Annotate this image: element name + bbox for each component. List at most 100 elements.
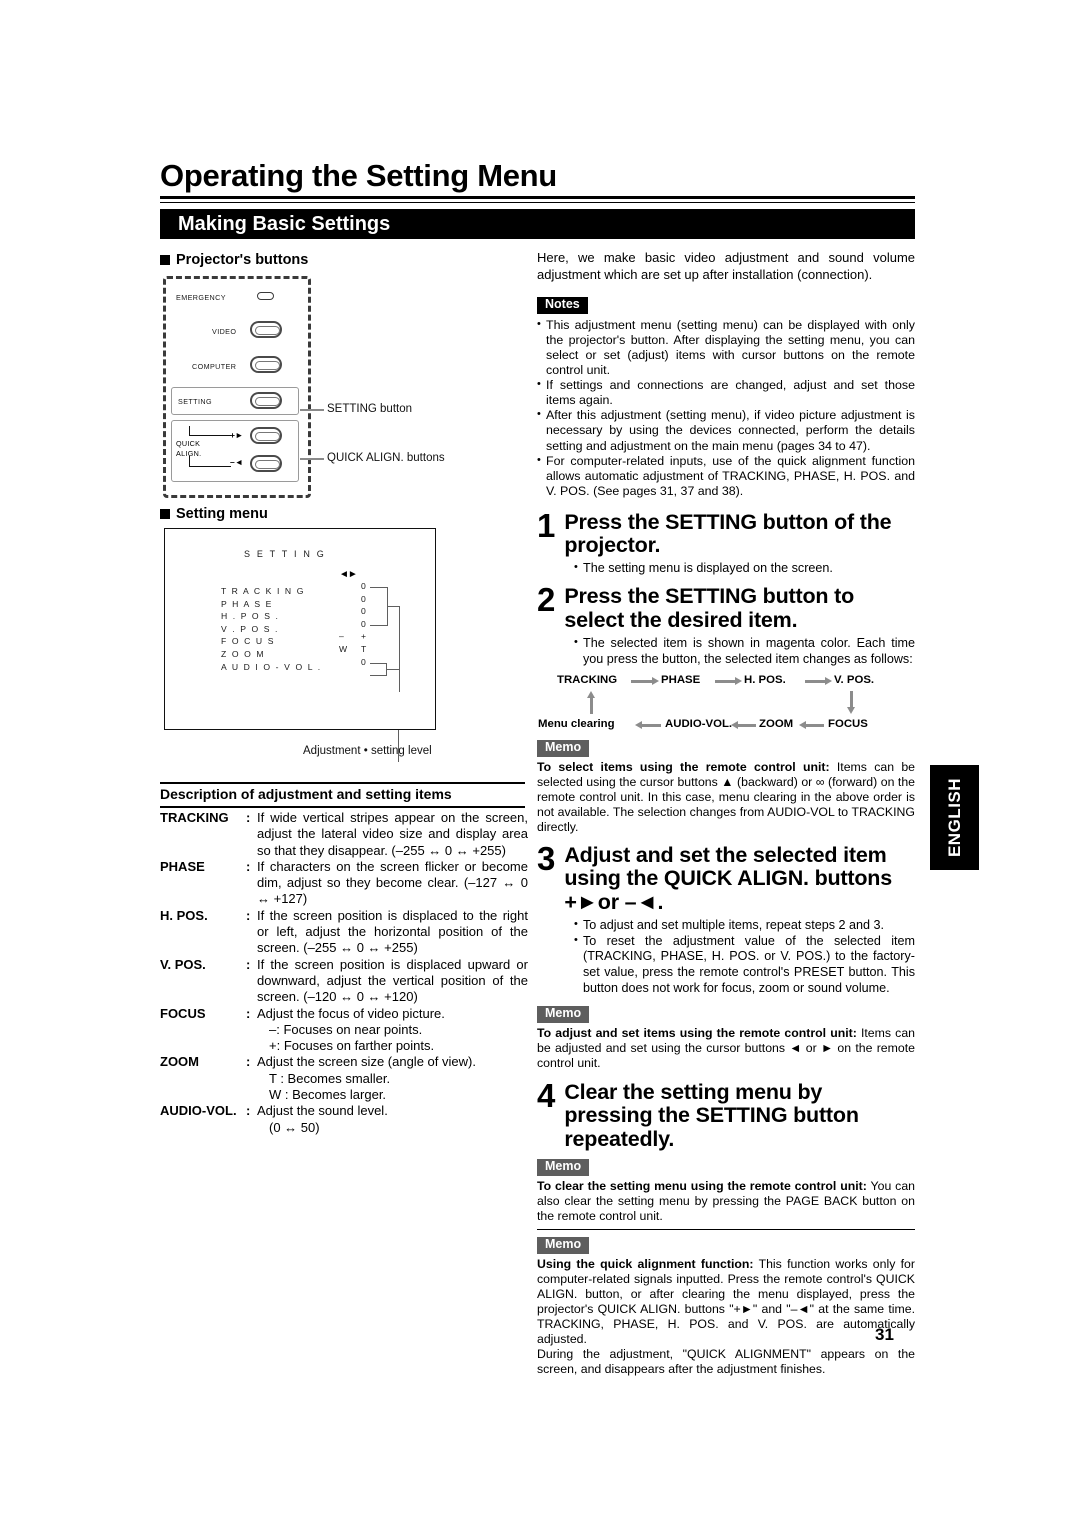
desc-def-zoom: Adjust the screen size (angle of view). bbox=[257, 1054, 476, 1070]
side-tab-english-label: ENGLISH bbox=[945, 777, 964, 858]
step-2-number: 2 bbox=[537, 581, 556, 619]
notes-tag: Notes bbox=[537, 296, 588, 314]
step-2-title: Press the SETTING button to select the d… bbox=[564, 584, 854, 632]
memo-4-tag: Memo bbox=[537, 1236, 590, 1254]
desc-term-phase: PHASE bbox=[160, 858, 205, 874]
desc-def-audiovol-wrap: Adjust the sound level. (0 ↔ 50) bbox=[257, 1103, 528, 1136]
intro-paragraph: Here, we make basic video adjustment and… bbox=[537, 250, 915, 282]
notes-list: This adjustment menu (setting menu) can … bbox=[537, 317, 915, 499]
flow-node-tracking: TRACKING bbox=[557, 674, 618, 687]
memo-divider-rule bbox=[537, 1228, 915, 1231]
desc-def-focus-wrap: Adjust the focus of video picture. –: Fo… bbox=[257, 1006, 528, 1055]
desc-term-audiovol: AUDIO-VOL. bbox=[160, 1103, 237, 1119]
flow-node-menu-clearing: Menu clearing bbox=[538, 718, 615, 731]
description-rule-top bbox=[160, 782, 525, 784]
step-1-number: 1 bbox=[537, 506, 556, 544]
menu-row-focus: F O C U S – + bbox=[221, 631, 366, 646]
menu-row-zoom-t: T bbox=[361, 643, 367, 654]
flow-arrow-4-line bbox=[639, 724, 661, 728]
memo-3-title: To clear the setting menu using the remo… bbox=[537, 1178, 867, 1193]
description-table: TRACKING : If wide vertical stripes appe… bbox=[160, 810, 528, 1136]
flow-arrow-1-head-icon bbox=[652, 676, 659, 685]
menu-row-audiovol-value: 0 bbox=[361, 656, 366, 667]
bracket-audio-h-top bbox=[370, 663, 387, 665]
desc-def-focus-sub-1: +: Focuses on farther points. bbox=[269, 1038, 435, 1054]
title-rule-thick bbox=[160, 196, 915, 199]
projector-buttons-heading: Projector's buttons bbox=[160, 252, 308, 268]
bracket-audio-h-bottom bbox=[370, 675, 387, 677]
step-3: 3 Adjust and set the selected item using… bbox=[537, 840, 915, 914]
screen-title: S E T T I N G bbox=[244, 549, 326, 559]
setting-menu-screen: S E T T I N G ◄► T R A C K I N G 0 P H A… bbox=[164, 528, 436, 730]
title-rule-thin bbox=[160, 202, 915, 203]
menu-row-vpos: V . P O S . 0 bbox=[221, 619, 366, 634]
projector-buttons-diagram: EMERGENCY VIDEO COMPUTER SETTING QUICK A… bbox=[163, 276, 311, 498]
description-rule-mid bbox=[160, 806, 525, 808]
computer-button[interactable] bbox=[250, 356, 282, 373]
list-item: The setting menu is displayed on the scr… bbox=[573, 560, 915, 577]
desc-colon-2: : bbox=[246, 907, 251, 923]
bracket-main-v bbox=[399, 606, 401, 692]
flow-arrow-6-line bbox=[803, 724, 824, 728]
table-row: TRACKING : If wide vertical stripes appe… bbox=[160, 810, 528, 859]
setting-button[interactable] bbox=[250, 392, 282, 409]
quick-align-plus-symbol-icon: +► bbox=[230, 430, 244, 440]
memo-2-tag: Memo bbox=[537, 1005, 590, 1023]
quick-align-minus-symbol-icon: –◄ bbox=[230, 457, 244, 467]
step-1-title: Press the SETTING button of the projecto… bbox=[564, 509, 892, 558]
step-1: 1 Press the SETTING button of the projec… bbox=[537, 506, 915, 558]
desc-def-zoom-wrap: Adjust the screen size (angle of view). … bbox=[257, 1054, 528, 1103]
manual-page: Operating the Setting Menu Making Basic … bbox=[0, 0, 1080, 1528]
label-setting: SETTING bbox=[178, 397, 212, 406]
step-2-bullets: The selected item is shown in magenta co… bbox=[573, 635, 915, 667]
quick-align-minus-button[interactable] bbox=[250, 455, 282, 472]
memo-2-title: To adjust and set items using the remote… bbox=[537, 1025, 857, 1040]
bullet-square-icon bbox=[160, 255, 170, 265]
list-item: The selected item is shown in magenta co… bbox=[573, 635, 915, 667]
step-3-bullets: To adjust and set multiple items, repeat… bbox=[573, 917, 915, 996]
desc-def-audiovol: Adjust the sound level. bbox=[257, 1103, 388, 1119]
label-video: VIDEO bbox=[212, 327, 237, 336]
list-item: To adjust and set multiple items, repeat… bbox=[573, 917, 915, 934]
list-item: For computer-related inputs, use of the … bbox=[537, 453, 915, 499]
flow-arrow-6-head-icon bbox=[799, 720, 806, 729]
step-4-number: 4 bbox=[537, 1076, 556, 1114]
desc-def-vpos: If the screen position is displaced upwa… bbox=[257, 956, 528, 1005]
menu-row-phase-value: 0 bbox=[361, 593, 366, 604]
desc-term-tracking: TRACKING bbox=[160, 810, 229, 825]
flow-arrow-2-head-icon bbox=[735, 676, 742, 685]
setting-menu-heading-label: Setting menu bbox=[176, 506, 268, 522]
video-button[interactable] bbox=[250, 321, 282, 338]
table-row: V. POS. : If the screen position is disp… bbox=[160, 957, 528, 1006]
step-3-number: 3 bbox=[537, 840, 556, 878]
label-emergency: EMERGENCY bbox=[176, 293, 226, 302]
menu-row-focus-plus: + bbox=[361, 631, 367, 642]
desc-def-audiovol-sub-0: (0 ↔ 50) bbox=[269, 1119, 320, 1135]
setting-callout-label: SETTING button bbox=[327, 403, 413, 415]
desc-colon-4: : bbox=[246, 1005, 251, 1021]
menu-row-audiovol-label: A U D I O - V O L . bbox=[221, 661, 322, 672]
desc-term-zoom: ZOOM bbox=[160, 1054, 199, 1070]
page-number: 31 bbox=[875, 1325, 894, 1344]
memo-4-title: Using the quick alignment function: bbox=[537, 1256, 754, 1271]
flow-arrow-up-line bbox=[590, 696, 593, 715]
table-row: PHASE : If characters on the screen flic… bbox=[160, 859, 528, 908]
right-column: Here, we make basic video adjustment and… bbox=[537, 250, 915, 1377]
step-1-bullets: The setting menu is displayed on the scr… bbox=[573, 560, 915, 577]
desc-colon-5: : bbox=[246, 1054, 251, 1070]
flow-node-phase: PHASE bbox=[661, 674, 701, 687]
menu-row-hpos: H . P O S . 0 bbox=[221, 606, 366, 621]
step-2: 2 Press the SETTING button to select the… bbox=[537, 581, 915, 632]
setting-callout-line bbox=[300, 409, 324, 411]
quick-align-plus-button[interactable] bbox=[250, 427, 282, 444]
desc-term-focus: FOCUS bbox=[160, 1005, 206, 1021]
menu-row-tracking: T R A C K I N G 0 bbox=[221, 581, 366, 596]
desc-colon-3: : bbox=[246, 956, 251, 972]
desc-colon-0: : bbox=[246, 810, 251, 825]
flow-arrow-3-line bbox=[805, 680, 827, 684]
flow-arrow-3-head-icon bbox=[825, 676, 832, 685]
description-heading: Description of adjustment and setting it… bbox=[160, 786, 452, 802]
list-item: After this adjustment (setting menu), if… bbox=[537, 407, 915, 453]
bracket-audio-stem bbox=[386, 669, 400, 671]
selection-order-flow-diagram: TRACKING PHASE H. POS. V. POS. Menu clea… bbox=[537, 674, 915, 734]
